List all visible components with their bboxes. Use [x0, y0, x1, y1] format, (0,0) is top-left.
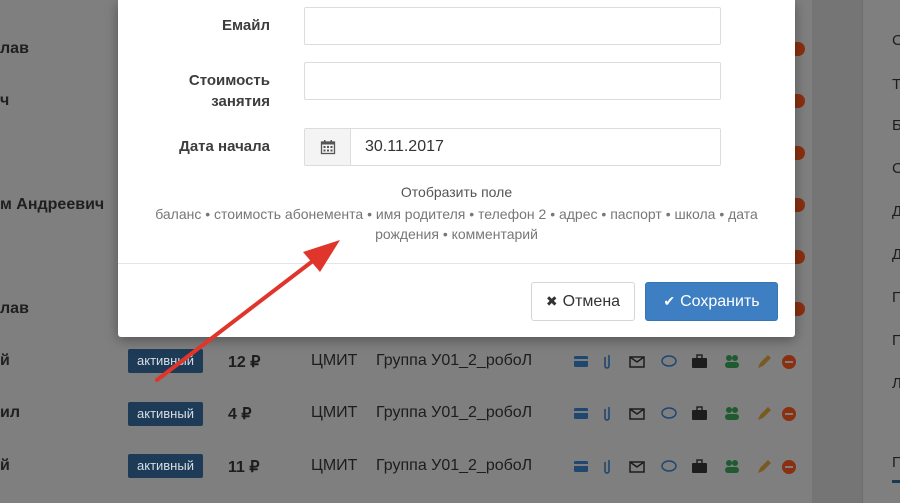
status-badge: активный — [128, 454, 203, 478]
student-name: й — [0, 352, 10, 369]
start-date-input[interactable]: 30.11.2017 — [351, 129, 720, 165]
student-name: ч — [0, 92, 10, 109]
group-link[interactable]: Группа У01_2_робоЛ — [376, 457, 532, 475]
start-date-label: Дата начала — [179, 138, 270, 155]
org-value: ЦМИТ — [311, 457, 358, 474]
row-actions — [572, 353, 802, 373]
cancel-button[interactable]: ✖ Отмена — [531, 282, 635, 321]
org-value: ЦМИТ — [311, 404, 358, 421]
remove-icon — [795, 198, 805, 212]
show-field-options[interactable]: баланс • стоимость абонемента • имя роди… — [148, 204, 765, 244]
right-panel-indicator — [892, 480, 900, 483]
cancel-button-label: Отмена — [562, 292, 621, 310]
calendar-icon[interactable] — [305, 129, 351, 165]
right-panel-item: П — [892, 332, 900, 349]
status-badge: активный — [128, 349, 203, 373]
lesson-cost-field[interactable] — [304, 62, 721, 100]
lesson-cost-label-line2: занятия — [211, 93, 270, 110]
edit-student-modal: Емайл Стоимость занятия Дата начала 30.1… — [118, 0, 795, 337]
price-value: 12 ₽ — [228, 354, 261, 371]
remove-icon — [795, 146, 805, 160]
show-field-options-line2[interactable]: рождения • комментарий — [148, 224, 765, 244]
right-panel-item: Т — [892, 76, 900, 93]
remove-icon — [795, 250, 805, 264]
action-icons — [574, 406, 796, 421]
student-name: й — [0, 457, 10, 474]
row-actions — [572, 405, 802, 425]
right-panel-item: С — [892, 32, 900, 49]
remove-icon — [795, 302, 805, 316]
email-label: Емайл — [222, 17, 270, 34]
org-value: ЦМИТ — [311, 352, 358, 369]
action-icons — [574, 354, 796, 369]
save-button[interactable]: ✔ Сохранить — [645, 282, 778, 321]
show-field-options-line1[interactable]: баланс • стоимость абонемента • имя роди… — [148, 204, 765, 224]
right-panel-item: С — [892, 160, 900, 177]
price-value: 4 ₽ — [228, 406, 252, 423]
student-name: м Андреевич — [0, 196, 105, 213]
right-panel-item: П — [892, 289, 900, 306]
student-name: лав — [0, 40, 29, 57]
price-value: 11 ₽ — [228, 459, 260, 476]
email-field[interactable] — [304, 7, 721, 45]
start-date-picker[interactable]: 30.11.2017 — [304, 128, 721, 166]
calendar-icon-svg — [320, 140, 335, 155]
group-link[interactable]: Группа У01_2_робоЛ — [376, 404, 532, 422]
group-link[interactable]: Группа У01_2_робоЛ — [376, 352, 532, 370]
show-field-title: Отобразить поле — [400, 184, 513, 200]
close-icon: ✖ — [545, 293, 558, 309]
student-name: ил — [0, 404, 20, 421]
right-panel-item: Л — [892, 375, 900, 392]
lesson-cost-label: Стоимость занятия — [118, 70, 270, 112]
save-button-label: Сохранить — [680, 292, 760, 310]
right-panel-item: П — [892, 454, 900, 471]
status-badge: активный — [128, 402, 203, 426]
background-gutter — [812, 0, 862, 503]
action-icons — [574, 459, 796, 474]
check-icon: ✔ — [663, 293, 676, 309]
right-panel-item: Д — [892, 203, 900, 220]
modal-footer: ✖ Отмена ✔ Сохранить — [118, 263, 795, 337]
lesson-cost-label-line1: Стоимость — [188, 72, 270, 89]
right-panel-item: Д — [892, 246, 900, 263]
student-name: лав — [0, 300, 29, 317]
right-panel-item: Б — [892, 117, 900, 134]
row-actions — [572, 458, 802, 478]
remove-icon — [795, 94, 805, 108]
remove-icon — [795, 42, 805, 56]
